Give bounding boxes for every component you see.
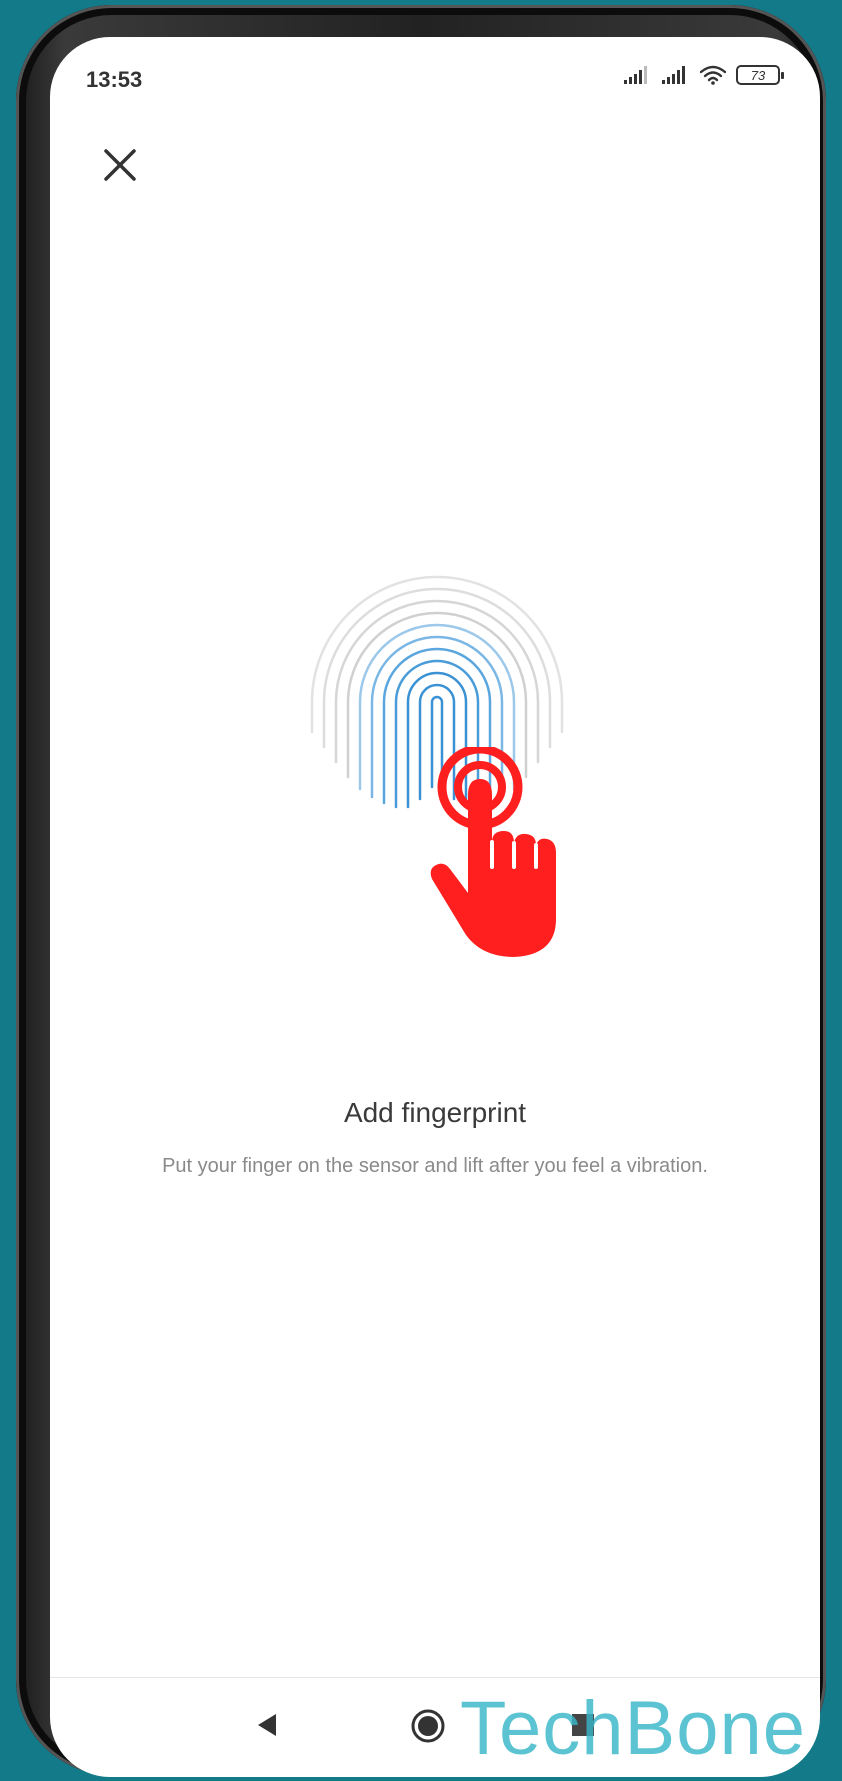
home-icon[interactable] xyxy=(410,1708,446,1744)
watermark-logo: TechBone xyxy=(460,1686,807,1771)
page-title: Add fingerprint xyxy=(343,1097,527,1128)
phone-screen: 13:53 73 Add fingerprint Put your finger… xyxy=(50,37,820,1777)
status-time: 13:53 xyxy=(86,67,143,92)
signal-icon xyxy=(624,66,647,84)
close-icon xyxy=(104,149,136,181)
wifi-icon xyxy=(700,65,726,85)
status-icons: 73 xyxy=(624,65,784,85)
back-icon[interactable] xyxy=(252,1710,282,1740)
battery-icon: 73 xyxy=(736,65,784,85)
tap-hand-icon xyxy=(430,747,556,957)
signal-icon xyxy=(662,66,685,84)
battery-level: 73 xyxy=(750,67,766,83)
instruction-text: Put your finger on the sensor and lift a… xyxy=(162,1155,708,1177)
close-button[interactable] xyxy=(92,137,148,193)
status-bar: 13:53 73 xyxy=(50,37,820,127)
